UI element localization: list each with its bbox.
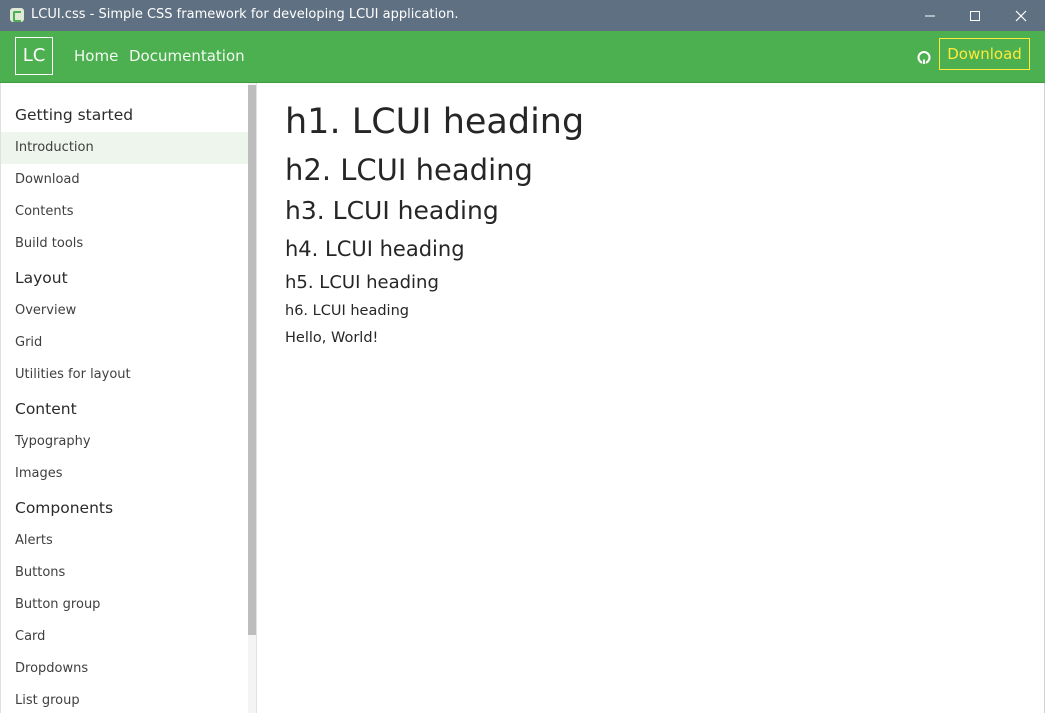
heading-h2: h2. LCUI heading — [285, 153, 533, 187]
sidebar-item-button-group[interactable]: Button group — [1, 589, 248, 621]
sidebar: Getting started Introduction Download Co… — [0, 83, 248, 713]
sidebar-item-grid[interactable]: Grid — [1, 327, 248, 359]
sidebar-item-download[interactable]: Download — [1, 164, 248, 196]
sidebar-heading-content: Content — [15, 400, 77, 418]
main-content: h1. LCUI heading h2. LCUI heading h3. LC… — [257, 83, 1045, 713]
close-button[interactable] — [998, 0, 1044, 31]
sidebar-item-contents[interactable]: Contents — [1, 196, 248, 228]
top-navbar: LC Home Documentation Download — [0, 31, 1045, 83]
sidebar-item-utilities-for-layout[interactable]: Utilities for layout — [1, 359, 248, 391]
window-titlebar: LCUI.css - Simple CSS framework for deve… — [0, 0, 1045, 31]
minimize-button[interactable] — [907, 0, 953, 31]
sidebar-item-list-group[interactable]: List group — [1, 685, 248, 713]
sidebar-heading-layout: Layout — [15, 269, 68, 287]
heading-h3: h3. LCUI heading — [285, 196, 499, 225]
brand-logo[interactable]: LC — [15, 37, 53, 75]
github-icon[interactable] — [916, 49, 932, 65]
sidebar-item-typography[interactable]: Typography — [1, 426, 248, 458]
sidebar-item-build-tools[interactable]: Build tools — [1, 228, 248, 260]
heading-h1: h1. LCUI heading — [285, 102, 585, 142]
maximize-icon — [970, 11, 980, 21]
download-button[interactable]: Download — [939, 38, 1030, 70]
sidebar-item-dropdowns[interactable]: Dropdowns — [1, 653, 248, 685]
sidebar-heading-components: Components — [15, 499, 114, 517]
sidebar-item-buttons[interactable]: Buttons — [1, 557, 248, 589]
nav-link-home[interactable]: Home — [74, 47, 118, 65]
sidebar-item-images[interactable]: Images — [1, 458, 248, 490]
maximize-button[interactable] — [952, 0, 998, 31]
sidebar-item-card[interactable]: Card — [1, 621, 248, 653]
window-title: LCUI.css - Simple CSS framework for deve… — [31, 7, 459, 22]
app-icon — [10, 8, 24, 22]
sidebar-item-introduction[interactable]: Introduction — [1, 132, 248, 164]
heading-h4: h4. LCUI heading — [285, 237, 465, 261]
heading-h6: h6. LCUI heading — [285, 303, 409, 319]
paragraph-text: Hello, World! — [285, 330, 379, 346]
sidebar-scrollbar-thumb[interactable] — [248, 85, 256, 635]
heading-h5: h5. LCUI heading — [285, 272, 439, 293]
close-icon — [1015, 10, 1027, 22]
nav-link-documentation[interactable]: Documentation — [129, 47, 245, 65]
sidebar-item-overview[interactable]: Overview — [1, 295, 248, 327]
minimize-icon — [925, 15, 935, 17]
sidebar-heading-getting-started: Getting started — [15, 106, 134, 124]
sidebar-item-alerts[interactable]: Alerts — [1, 525, 248, 557]
